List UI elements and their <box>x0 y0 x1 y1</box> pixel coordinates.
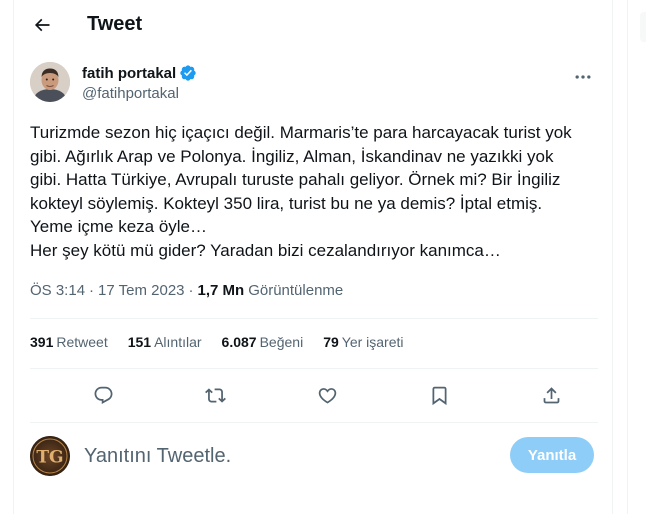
like-button[interactable] <box>308 376 346 414</box>
more-options-button[interactable] <box>568 62 598 92</box>
user-avatar[interactable]: TG <box>30 436 70 476</box>
tweet-date[interactable]: 17 Tem 2023 <box>98 282 184 299</box>
reply-button[interactable] <box>84 376 122 414</box>
retweet-button[interactable] <box>196 376 234 414</box>
views-label: Görüntülenme <box>248 282 344 299</box>
tweet-time[interactable]: ÖS 3:14 <box>30 282 85 299</box>
tweet-metadata: ÖS 3:14 · 17 Tem 2023 · 1,7 Mn Görüntüle… <box>30 282 343 299</box>
back-button[interactable] <box>25 8 59 42</box>
divider <box>30 368 598 369</box>
tweet-actions <box>30 376 598 414</box>
sidebar-divider <box>627 0 628 514</box>
share-button[interactable] <box>532 376 570 414</box>
reply-input[interactable] <box>84 443 464 469</box>
meta-separator: · <box>188 282 194 299</box>
tweet-text: Turizmde sezon hiç içaçıcı değil. Marmar… <box>30 123 572 260</box>
tweet-stats: 391 Retweet 151 Alıntılar 6.087 Beğeni 79 Ye… <box>30 334 424 350</box>
share-icon <box>543 386 559 403</box>
bookmark-button[interactable] <box>420 376 458 414</box>
divider <box>30 422 598 423</box>
reply-submit-button[interactable]: Yanıtla <box>510 437 594 473</box>
reply-composer: TG Yanıtla <box>30 434 598 478</box>
arrow-left-icon <box>34 18 50 32</box>
stat-likes[interactable]: 6.087 Beğeni <box>222 334 304 350</box>
meta-separator: · <box>89 282 95 299</box>
author-avatar[interactable] <box>30 62 70 102</box>
author-handle[interactable]: @fatihportakal <box>82 85 179 102</box>
like-icon <box>318 387 336 404</box>
tweet-column: Tweet fatih portakal @fatihportakal Turi… <box>13 0 613 514</box>
page-title: Tweet <box>87 13 143 35</box>
more-horizontal-icon <box>575 75 591 79</box>
verified-badge-icon <box>180 65 196 81</box>
bookmark-icon <box>432 386 446 405</box>
views-count: 1,7 Mn <box>197 282 245 299</box>
divider <box>30 318 598 319</box>
author-display-name[interactable]: fatih portakal <box>82 65 176 82</box>
tweet-author: fatih portakal @fatihportakal <box>30 62 598 106</box>
name-row: fatih portakal <box>82 64 197 82</box>
reply-icon <box>94 386 112 404</box>
avatar-initials: TG <box>36 448 63 468</box>
sidebar-search-fragment <box>640 12 646 42</box>
retweet-icon <box>204 387 226 403</box>
stat-retweets[interactable]: 391 Retweet <box>30 334 108 350</box>
stat-bookmarks[interactable]: 79 Yer işareti <box>323 334 403 350</box>
page-header: Tweet <box>14 0 614 50</box>
stat-quotes[interactable]: 151 Alıntılar <box>128 334 202 350</box>
